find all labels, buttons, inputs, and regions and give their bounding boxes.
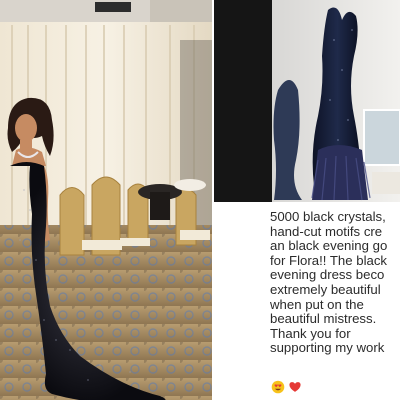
- gown-mannequin-photo: [214, 0, 400, 202]
- caption-panel: 5000 black crystals, hand-cut motifs cre…: [214, 202, 400, 400]
- gown-event-photo: [0, 0, 212, 400]
- emoji-row: [271, 380, 302, 394]
- heart-eyes-emoji-icon: [271, 380, 285, 394]
- red-heart-emoji-icon: [289, 382, 301, 392]
- left-photo: [0, 0, 214, 400]
- right-photo: [214, 0, 400, 202]
- caption-text: 5000 black crystals, hand-cut motifs cre…: [270, 210, 388, 356]
